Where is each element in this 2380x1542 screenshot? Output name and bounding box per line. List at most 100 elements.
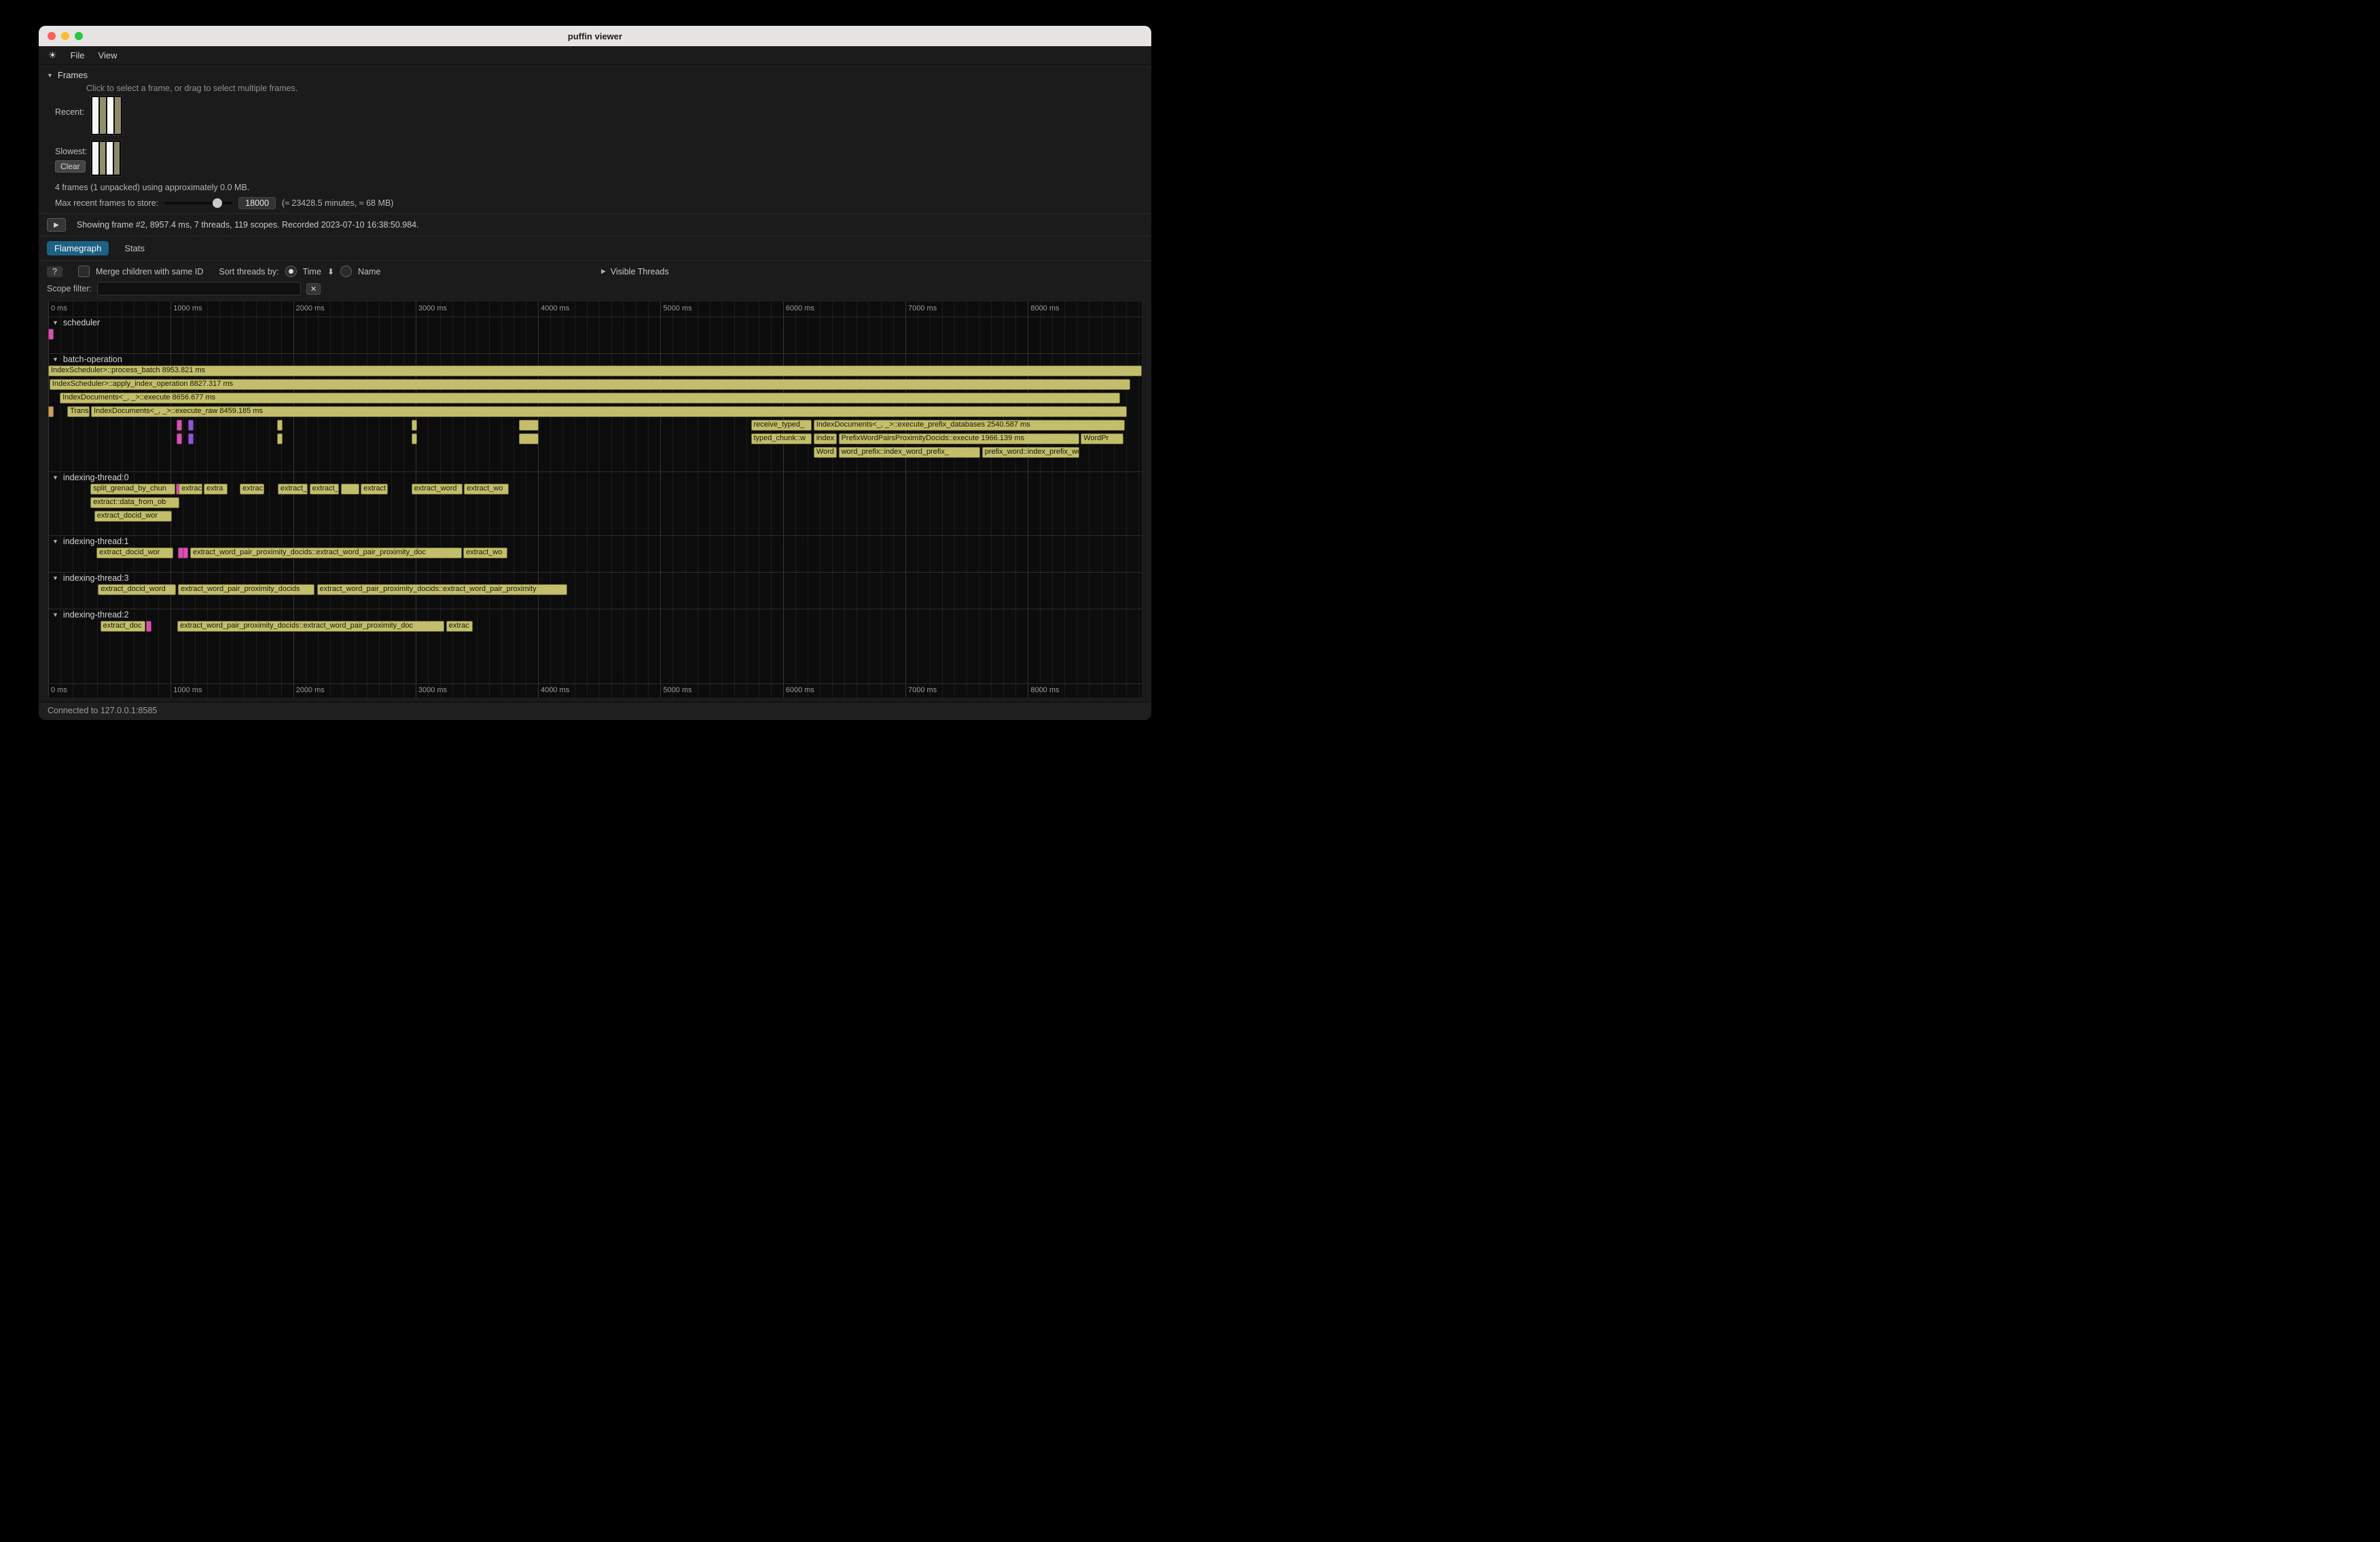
gridline: [48, 302, 49, 698]
axis-separator: [48, 683, 1142, 684]
sort-by-name-radio[interactable]: [340, 266, 352, 277]
flamegraph-span[interactable]: [277, 433, 283, 444]
flamegraph-span[interactable]: [188, 433, 194, 444]
max-frames-slider[interactable]: [164, 198, 232, 208]
menu-view[interactable]: View: [98, 50, 118, 60]
flamegraph-span[interactable]: extract_: [310, 484, 339, 495]
flamegraph-span[interactable]: IndexScheduler>::process_batch 8953.821 …: [48, 365, 1142, 376]
frame-thumbnail-bar[interactable]: [114, 142, 120, 175]
flamegraph-span[interactable]: extract_wo: [464, 484, 509, 495]
flamegraph-span[interactable]: [412, 433, 418, 444]
flamegraph-span[interactable]: [177, 420, 182, 431]
flamegraph-span[interactable]: [412, 420, 417, 431]
menu-file[interactable]: File: [71, 50, 85, 60]
frame-thumbnail-bar[interactable]: [115, 97, 121, 134]
flamegraph-span[interactable]: extract: [361, 484, 388, 495]
thread-label[interactable]: ▼indexing-thread:0: [52, 473, 129, 482]
flamegraph-span[interactable]: extract_word_pair_proximity_docids::extr…: [190, 548, 462, 558]
help-button[interactable]: ?: [47, 266, 62, 277]
zoom-window-button[interactable]: [75, 32, 83, 40]
thread-separator: [48, 471, 1142, 472]
flamegraph-span[interactable]: [177, 433, 182, 444]
flamegraph-span[interactable]: Word: [814, 447, 837, 458]
flamegraph-canvas[interactable]: 0 ms0 ms1000 ms1000 ms2000 ms2000 ms3000…: [48, 302, 1142, 698]
flamegraph-span[interactable]: Trans: [67, 406, 90, 417]
frames-section-header[interactable]: ▼ Frames: [47, 70, 1143, 80]
frame-thumbnail-bar[interactable]: [107, 142, 113, 175]
flamegraph-span[interactable]: extract_docid_word: [98, 584, 175, 595]
thread-label[interactable]: ▼scheduler: [52, 318, 100, 327]
flamegraph-span[interactable]: [519, 420, 539, 431]
max-frames-slider-knob[interactable]: [213, 198, 222, 208]
thread-label[interactable]: ▼indexing-thread:3: [52, 573, 129, 583]
flamegraph-span[interactable]: [48, 406, 54, 417]
flamegraph-span[interactable]: receive_typed_: [751, 420, 812, 431]
flamegraph-span[interactable]: split_grenad_by_chun: [90, 484, 175, 495]
flamegraph-span[interactable]: extract_word_pair_proximity_docids::extr…: [317, 584, 568, 595]
flamegraph-span[interactable]: extract: [179, 484, 202, 495]
flamegraph-controls-row: ? Merge children with same ID Sort threa…: [39, 261, 1151, 279]
recent-frames-thumbnail[interactable]: [90, 95, 123, 136]
time-tick-label: 1000 ms: [173, 686, 202, 694]
thread-label[interactable]: ▼batch-operation: [52, 355, 122, 364]
visible-threads-toggle[interactable]: ▶ Visible Threads: [601, 267, 669, 276]
flamegraph-span[interactable]: [277, 420, 283, 431]
scope-filter-input[interactable]: [97, 282, 301, 295]
frame-thumbnail-bar[interactable]: [92, 97, 98, 134]
thread-label[interactable]: ▼indexing-thread:2: [52, 610, 129, 620]
time-tick-label: 2000 ms: [296, 304, 325, 312]
clear-filter-button[interactable]: ✕: [306, 283, 321, 295]
flamegraph-span[interactable]: IndexDocuments<_, _>::execute_raw 8459.1…: [91, 406, 1127, 417]
flamegraph-span[interactable]: [146, 621, 151, 632]
flamegraph-span[interactable]: [188, 420, 194, 431]
flamegraph-span[interactable]: [519, 433, 539, 444]
flamegraph-span[interactable]: typed_chunk::w: [751, 433, 812, 444]
frame-thumbnail-bar[interactable]: [92, 142, 98, 175]
slowest-frames-thumbnail[interactable]: [90, 140, 122, 177]
sort-by-time-radio[interactable]: [285, 266, 297, 277]
merge-children-checkbox[interactable]: [78, 266, 90, 277]
frame-thumbnail-bar[interactable]: [107, 97, 113, 134]
flamegraph-span[interactable]: extract_word_pair_proximity_docids::extr…: [177, 621, 444, 632]
flamegraph-span[interactable]: IndexScheduler>::apply_index_operation 8…: [50, 379, 1130, 390]
close-window-button[interactable]: [48, 32, 56, 40]
flamegraph-span[interactable]: prefix_word::index_prefix_wo: [982, 447, 1079, 458]
scope-filter-label: Scope filter:: [47, 284, 92, 293]
theme-toggle-icon[interactable]: ☀: [48, 50, 57, 61]
flamegraph-span[interactable]: index: [814, 433, 837, 444]
flamegraph-span[interactable]: extract_word: [412, 484, 463, 495]
play-button[interactable]: ▶: [47, 218, 66, 232]
max-frames-value[interactable]: 18000: [238, 197, 276, 209]
frame-thumbnail-bar[interactable]: [100, 142, 106, 175]
flamegraph-span[interactable]: [341, 484, 359, 495]
flamegraph-span[interactable]: extrac: [240, 484, 264, 495]
sort-direction-icon[interactable]: ⬇: [327, 267, 334, 276]
frames-hint-text: Click to select a frame, or drag to sele…: [86, 84, 1143, 93]
flamegraph-span[interactable]: extract_word_pair_proximity_docids: [178, 584, 314, 595]
flamegraph-span[interactable]: [183, 548, 188, 558]
flamegraph-span[interactable]: extrac: [446, 621, 473, 632]
thread-label[interactable]: ▼indexing-thread:1: [52, 537, 129, 546]
gridline: [905, 302, 906, 698]
tab-flamegraph[interactable]: Flamegraph: [47, 241, 109, 255]
flamegraph-span[interactable]: IndexDocuments<_, _>::execute_prefix_dat…: [814, 420, 1125, 431]
minimize-window-button[interactable]: [61, 32, 69, 40]
merge-children-label: Merge children with same ID: [96, 267, 203, 276]
gridline: [881, 302, 882, 698]
flamegraph-span[interactable]: WordPr: [1081, 433, 1123, 444]
flamegraph-span[interactable]: extract_docid_wor: [94, 511, 172, 522]
flamegraph-span[interactable]: PrefixWordPairsProximityDocids::execute …: [839, 433, 1079, 444]
flamegraph-span[interactable]: extract_docid_wor: [96, 548, 173, 558]
flamegraph-span[interactable]: word_prefix::index_word_prefix_: [839, 447, 981, 458]
gridline: [207, 302, 208, 698]
frame-thumbnail-bar[interactable]: [100, 97, 106, 134]
flamegraph-span[interactable]: IndexDocuments<_, _>::execute 8656.677 m…: [60, 393, 1120, 404]
flamegraph-span[interactable]: extract_wo: [463, 548, 507, 558]
flamegraph-span[interactable]: extra: [204, 484, 228, 495]
clear-frames-button[interactable]: Clear: [55, 160, 86, 173]
tab-stats[interactable]: Stats: [117, 241, 152, 255]
flamegraph-span[interactable]: extract_doc: [101, 621, 146, 632]
flamegraph-span[interactable]: extract_: [278, 484, 308, 495]
flamegraph-span[interactable]: extract::data_from_ob: [90, 497, 179, 508]
flamegraph-span[interactable]: [48, 329, 54, 340]
